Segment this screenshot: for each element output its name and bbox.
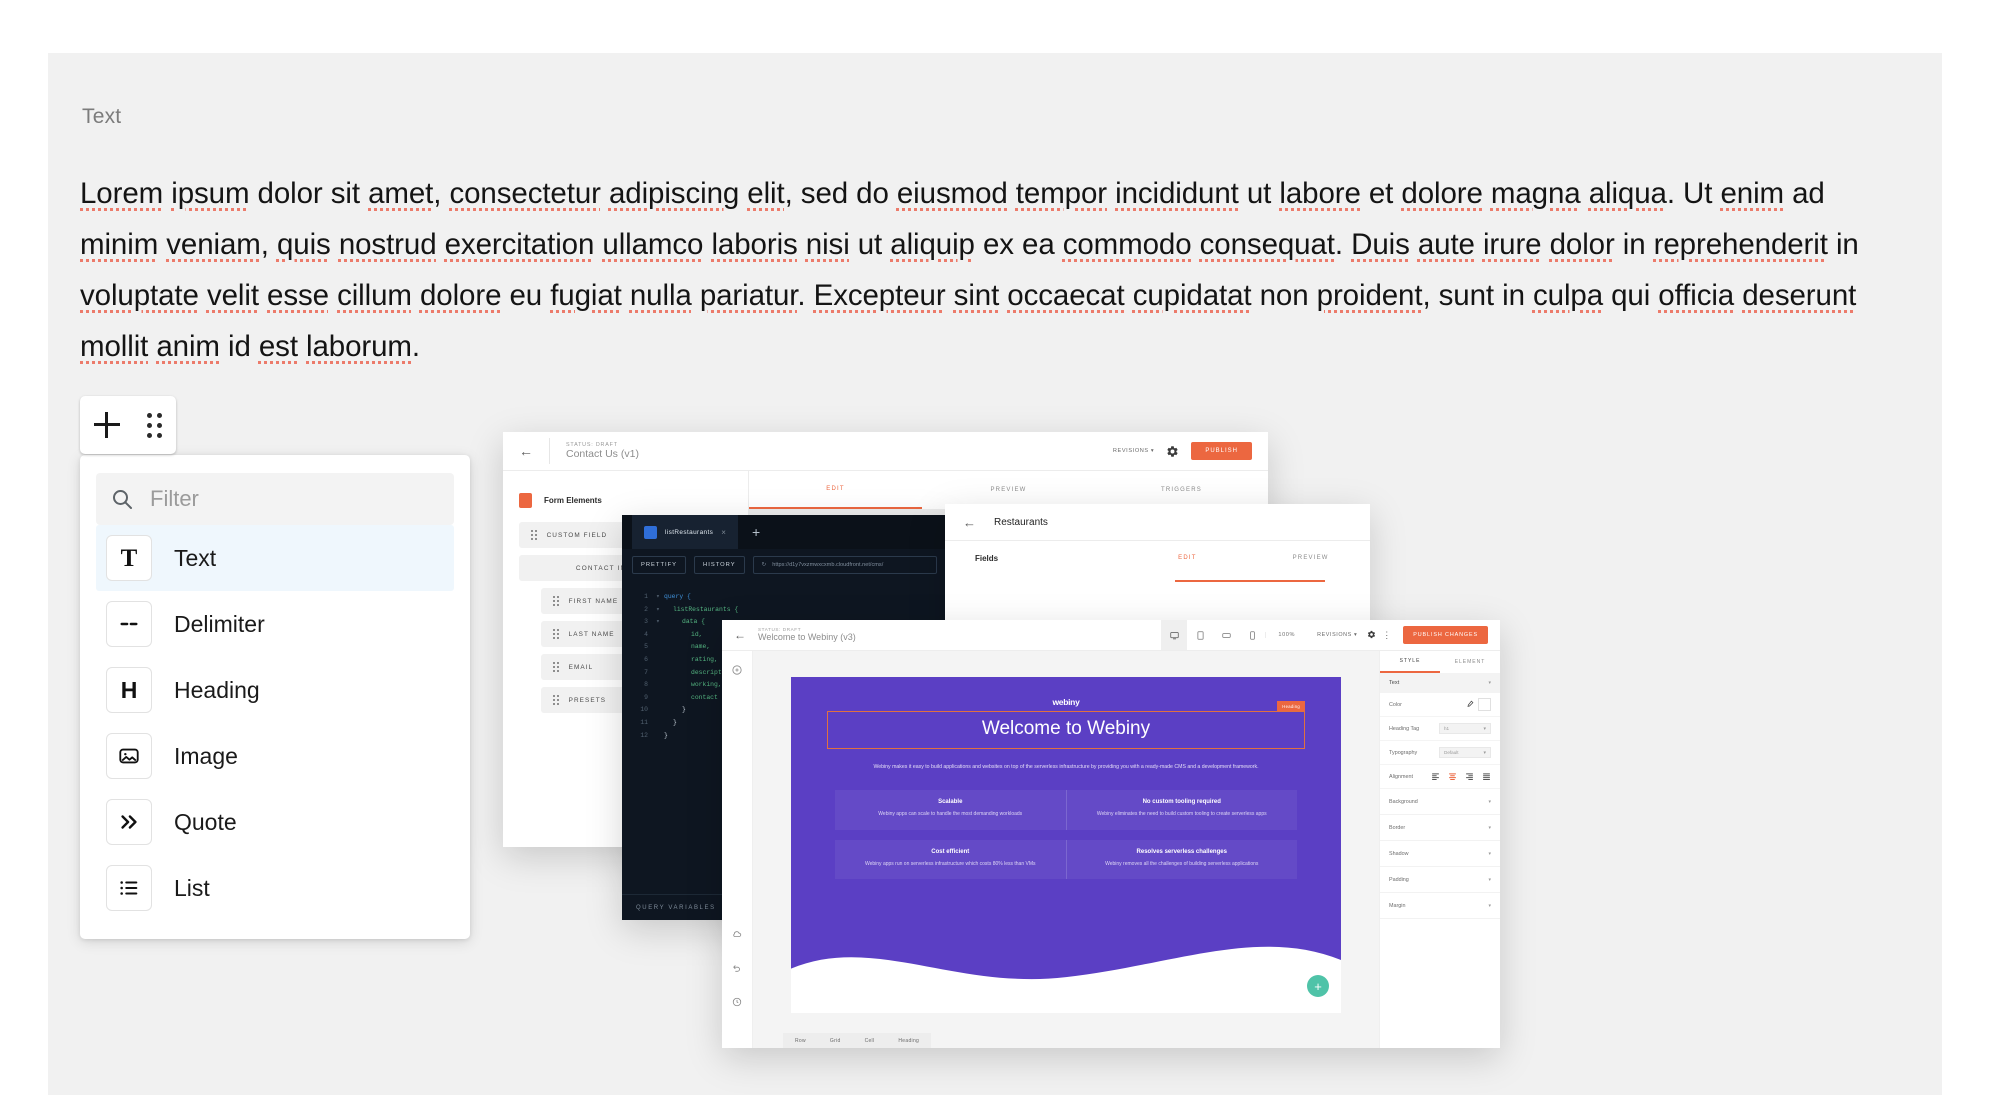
filter-input[interactable] bbox=[148, 485, 440, 513]
spellcheck-word: dolor bbox=[1549, 228, 1615, 261]
spellcheck-word: laboris bbox=[711, 228, 798, 261]
spellcheck-word: quis bbox=[276, 228, 331, 261]
spellcheck-word: Duis bbox=[1351, 228, 1410, 261]
spellcheck-word: est bbox=[258, 330, 298, 363]
block-option-label: Text bbox=[174, 544, 217, 571]
block-option-image[interactable]: Image bbox=[96, 723, 454, 789]
block-option-delimiter[interactable]: Delimiter bbox=[96, 591, 454, 657]
spellcheck-word: pariatur bbox=[699, 279, 798, 312]
spellcheck-word: voluptate bbox=[80, 279, 199, 312]
block-type-label: Text bbox=[82, 105, 122, 128]
add-block-toolbar[interactable] bbox=[80, 396, 176, 454]
block-option-label: Heading bbox=[174, 676, 260, 703]
spellcheck-word: reprehenderit bbox=[1653, 228, 1828, 261]
spellcheck-word: occaecat bbox=[1007, 279, 1125, 312]
list-icon bbox=[106, 865, 152, 911]
spellcheck-word: veniam bbox=[166, 228, 261, 261]
plus-icon[interactable] bbox=[93, 412, 120, 438]
spellcheck-word: esse bbox=[267, 279, 329, 312]
paragraph-text[interactable]: Lorem ipsum dolor sit amet, consectetur … bbox=[80, 168, 1870, 372]
spellcheck-word: anim bbox=[156, 330, 220, 363]
block-option-heading[interactable]: H Heading bbox=[96, 657, 454, 723]
spellcheck-word: cillum bbox=[337, 279, 412, 312]
spellcheck-word: incididunt bbox=[1115, 177, 1239, 210]
spellcheck-word: ipsum bbox=[171, 177, 250, 210]
spellcheck-word: dolore bbox=[419, 279, 502, 312]
block-option-label: Delimiter bbox=[174, 610, 265, 637]
spellcheck-word: culpa bbox=[1532, 279, 1604, 312]
spellcheck-word: laborum bbox=[306, 330, 412, 363]
spellcheck-word: dolore bbox=[1401, 177, 1483, 210]
spellcheck-word: proident bbox=[1316, 279, 1423, 312]
spellcheck-word: aliqua bbox=[1588, 177, 1667, 210]
block-option-label: List bbox=[174, 874, 210, 901]
filter-row[interactable] bbox=[96, 473, 454, 525]
spellcheck-word: consequat bbox=[1199, 228, 1335, 261]
spellcheck-word: mollit bbox=[80, 330, 149, 363]
spellcheck-word: Excepteur bbox=[813, 279, 946, 312]
spellcheck-word: deserunt bbox=[1742, 279, 1857, 312]
block-picker-panel: T Text Delimiter H Heading Image Quote List bbox=[80, 455, 470, 939]
block-option-list[interactable]: List bbox=[96, 855, 454, 921]
spellcheck-word: enim bbox=[1720, 177, 1784, 210]
spellcheck-word: fugiat bbox=[550, 279, 622, 312]
spellcheck-word: nostrud bbox=[338, 228, 437, 261]
spellcheck-word: cupidatat bbox=[1132, 279, 1252, 312]
spellcheck-word: sint bbox=[953, 279, 1000, 312]
spellcheck-word: minim bbox=[80, 228, 159, 261]
block-option-text[interactable]: T Text bbox=[96, 525, 454, 591]
spellcheck-word: labore bbox=[1279, 177, 1361, 210]
spellcheck-word: Lorem bbox=[80, 177, 164, 210]
delimiter-icon bbox=[106, 601, 152, 647]
spellcheck-word: commodo bbox=[1062, 228, 1192, 261]
spellcheck-word: aute bbox=[1417, 228, 1475, 261]
spellcheck-word: tempor bbox=[1015, 177, 1108, 210]
spellcheck-word: magna bbox=[1490, 177, 1581, 210]
text-icon: T bbox=[106, 535, 152, 581]
spellcheck-word: elit bbox=[747, 177, 785, 210]
spellcheck-word: amet bbox=[368, 177, 434, 210]
spellcheck-word: nulla bbox=[629, 279, 692, 312]
spellcheck-word: nisi bbox=[805, 228, 850, 261]
image-icon bbox=[106, 733, 152, 779]
heading-icon: H bbox=[106, 667, 152, 713]
spellcheck-word: velit bbox=[206, 279, 259, 312]
spellcheck-word: aliquip bbox=[890, 228, 975, 261]
spellcheck-word: officia bbox=[1658, 279, 1735, 312]
block-option-quote[interactable]: Quote bbox=[96, 789, 454, 855]
spellcheck-word: consectetur bbox=[449, 177, 601, 210]
block-option-label: Image bbox=[174, 742, 238, 769]
spellcheck-word: ullamco bbox=[602, 228, 704, 261]
drag-handle-icon[interactable] bbox=[147, 412, 163, 438]
spellcheck-word: exercitation bbox=[444, 228, 595, 261]
spellcheck-word: eiusmod bbox=[896, 177, 1008, 210]
block-option-list: T Text Delimiter H Heading Image Quote List bbox=[96, 525, 454, 921]
search-icon bbox=[113, 490, 132, 509]
quote-icon bbox=[106, 799, 152, 845]
spellcheck-word: irure bbox=[1482, 228, 1542, 261]
block-option-label: Quote bbox=[174, 808, 237, 835]
spellcheck-word: adipiscing bbox=[608, 177, 740, 210]
